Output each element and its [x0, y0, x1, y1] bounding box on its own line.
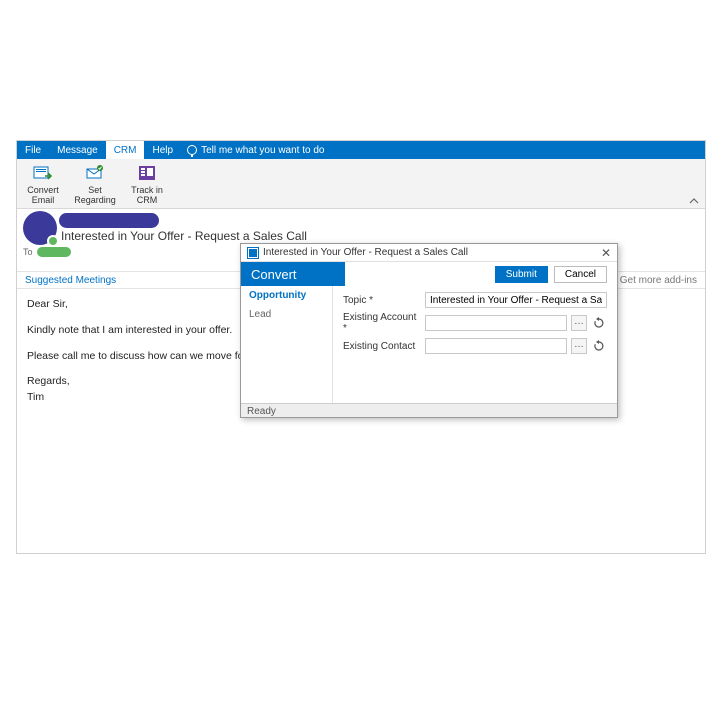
dialog-body: Opportunity Lead Topic * Existing Accoun…: [241, 286, 617, 403]
topic-input[interactable]: [425, 292, 607, 308]
convert-email-icon: [32, 163, 54, 183]
dialog-form: Topic * Existing Account * … Existing Co…: [333, 286, 617, 403]
collapse-ribbon-icon[interactable]: [689, 198, 699, 206]
suggested-meetings-link[interactable]: Suggested Meetings: [25, 275, 116, 286]
email-subject: Interested in Your Offer - Request a Sal…: [61, 229, 307, 243]
close-icon[interactable]: ✕: [601, 246, 611, 260]
sidebar-item-lead[interactable]: Lead: [241, 305, 332, 324]
track-in-crm-label: Track in CRM: [125, 185, 169, 205]
lightbulb-icon: [187, 145, 197, 155]
presence-icon: [47, 235, 59, 247]
track-in-crm-button[interactable]: Track in CRM: [125, 161, 169, 202]
existing-account-label: Existing Account *: [343, 312, 421, 334]
contact-lookup-button[interactable]: …: [571, 338, 587, 354]
account-refresh-button[interactable]: [591, 315, 607, 331]
to-line: To: [23, 247, 71, 257]
tab-file[interactable]: File: [17, 141, 49, 159]
dialog-header-label: Convert: [241, 262, 345, 286]
existing-contact-input[interactable]: [425, 338, 567, 354]
track-in-crm-icon: [136, 163, 158, 183]
tell-me-label: Tell me what you want to do: [201, 145, 324, 156]
sidebar-item-opportunity[interactable]: Opportunity: [241, 286, 332, 305]
refresh-icon: [593, 340, 605, 352]
set-regarding-button[interactable]: Set Regarding: [73, 161, 117, 202]
sender-name-redacted: [59, 213, 159, 228]
sender-avatar[interactable]: [23, 211, 57, 245]
set-regarding-label: Set Regarding: [73, 185, 117, 205]
convert-email-label: Convert Email: [21, 185, 65, 205]
tab-message[interactable]: Message: [49, 141, 106, 159]
dialog-header-bar: Convert Submit Cancel: [241, 262, 617, 286]
menubar: File Message CRM Help Tell me what you w…: [17, 141, 705, 159]
recipient-redacted: [37, 247, 71, 257]
tell-me-search[interactable]: Tell me what you want to do: [181, 141, 330, 159]
refresh-icon: [593, 317, 605, 329]
ribbon: Convert Email Set Regarding Track in CRM: [17, 159, 705, 209]
convert-email-button[interactable]: Convert Email: [21, 161, 65, 202]
existing-account-input[interactable]: [425, 315, 567, 331]
set-regarding-icon: [84, 163, 106, 183]
dialog-status-bar: Ready: [241, 403, 617, 417]
dialog-sidebar: Opportunity Lead: [241, 286, 333, 403]
dialog-titlebar[interactable]: Interested in Your Offer - Request a Sal…: [241, 244, 617, 262]
to-label: To: [23, 247, 33, 257]
signoff-text: Regards,: [27, 375, 70, 387]
tab-help[interactable]: Help: [144, 141, 181, 159]
submit-button[interactable]: Submit: [495, 266, 548, 283]
contact-refresh-button[interactable]: [591, 338, 607, 354]
account-lookup-button[interactable]: …: [571, 315, 587, 331]
dialog-title-text: Interested in Your Offer - Request a Sal…: [263, 247, 468, 258]
existing-contact-label: Existing Contact: [343, 341, 421, 352]
tab-crm[interactable]: CRM: [106, 141, 145, 159]
get-more-addins-link[interactable]: Get more add-ins: [606, 275, 697, 286]
convert-dialog: Interested in Your Offer - Request a Sal…: [240, 243, 618, 418]
outlook-logo-icon: [247, 247, 259, 259]
get-more-addins-label: Get more add-ins: [620, 275, 697, 286]
topic-label: Topic *: [343, 295, 421, 306]
signoff-name: Tim: [27, 391, 44, 403]
cancel-button[interactable]: Cancel: [554, 266, 607, 283]
